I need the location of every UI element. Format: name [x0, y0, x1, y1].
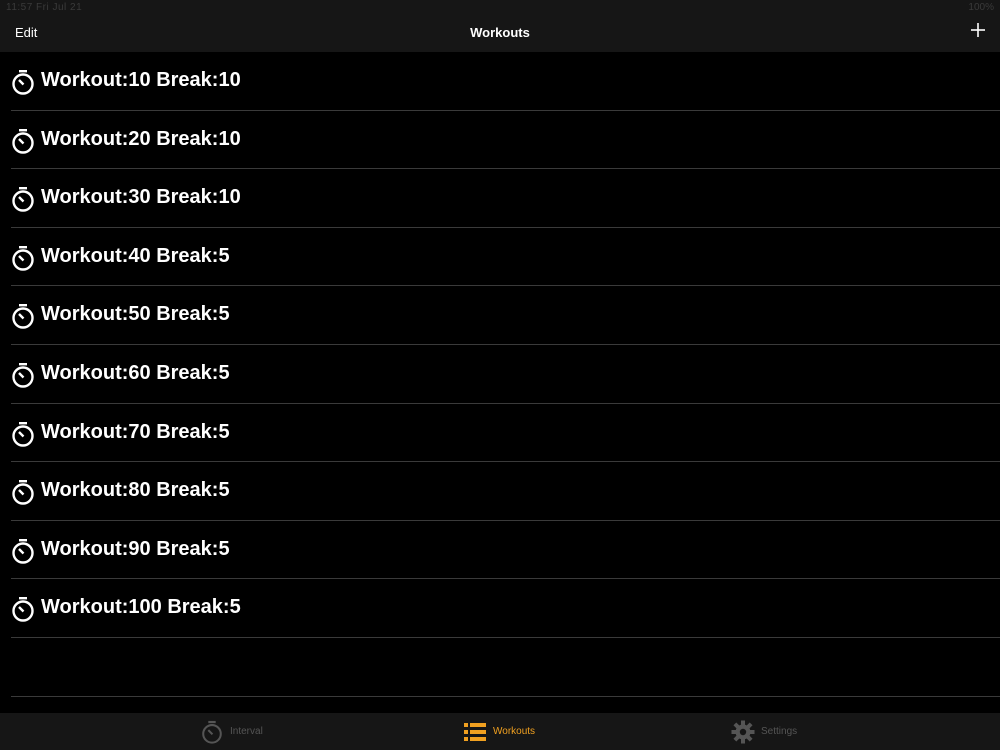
- workout-label: Workout:30 Break:10: [41, 186, 241, 209]
- stopwatch-icon: [202, 720, 222, 744]
- tab-label: Settings: [761, 726, 798, 737]
- list-item[interactable]: Workout:100 Break:5: [11, 579, 1000, 638]
- workout-label: Workout:50 Break:5: [41, 303, 230, 326]
- stopwatch-icon: [12, 70, 34, 95]
- list-item[interactable]: Workout:20 Break:10: [11, 111, 1000, 170]
- tab-workouts[interactable]: Workouts: [463, 713, 535, 750]
- plus-icon[interactable]: [970, 22, 986, 38]
- list-item[interactable]: Workout:70 Break:5: [11, 404, 1000, 463]
- list-item[interactable]: Workout:60 Break:5: [11, 345, 1000, 404]
- stopwatch-icon: [12, 245, 34, 271]
- tab-label: Interval: [230, 726, 263, 737]
- status-bar: 11:57 Fri Jul 21 100%: [0, 0, 1000, 16]
- workout-label: Workout:40 Break:5: [41, 244, 230, 267]
- workout-label: Workout:80 Break:5: [41, 479, 230, 502]
- list-icon: [464, 722, 486, 741]
- stopwatch-icon: [12, 187, 34, 212]
- list-item[interactable]: Workout:90 Break:5: [11, 521, 1000, 580]
- stopwatch-icon: [12, 362, 34, 388]
- list-item[interactable]: Workout:30 Break:10: [11, 169, 1000, 228]
- stopwatch-icon: [12, 128, 34, 154]
- workout-label: Workout:70 Break:5: [41, 420, 230, 443]
- list-item[interactable]: Workout:50 Break:5: [11, 286, 1000, 345]
- tab-bar: Interval Workouts Settings: [0, 713, 1000, 750]
- tab-interval[interactable]: Interval: [200, 713, 263, 750]
- workout-label: Workout:60 Break:5: [41, 361, 230, 384]
- status-battery: 100%: [968, 2, 994, 13]
- list-item[interactable]: Workout:80 Break:5: [11, 462, 1000, 521]
- empty-row: [11, 638, 1000, 697]
- list-item[interactable]: Workout:40 Break:5: [11, 228, 1000, 287]
- workout-label: Workout:20 Break:10: [41, 127, 241, 150]
- list-item[interactable]: Workout:10 Break:10: [11, 52, 1000, 111]
- stopwatch-icon: [12, 480, 34, 505]
- navigation-bar: Edit Workouts: [0, 16, 1000, 52]
- gear-icon: [731, 720, 755, 743]
- status-time: 11:57 Fri Jul 21: [6, 2, 83, 13]
- workout-list: Workout:10 Break:10 Workout:20 Break:10 …: [0, 52, 1000, 697]
- workout-label: Workout:90 Break:5: [41, 537, 230, 560]
- tab-label: Workouts: [493, 726, 536, 737]
- workout-label: Workout:10 Break:10: [41, 69, 241, 91]
- stopwatch-icon: [12, 538, 34, 564]
- page-title: Workouts: [470, 25, 530, 40]
- stopwatch-icon: [12, 421, 34, 447]
- stopwatch-icon: [12, 597, 34, 623]
- tab-settings[interactable]: Settings: [731, 713, 797, 750]
- workout-label: Workout:100 Break:5: [41, 596, 241, 619]
- stopwatch-icon: [12, 304, 34, 330]
